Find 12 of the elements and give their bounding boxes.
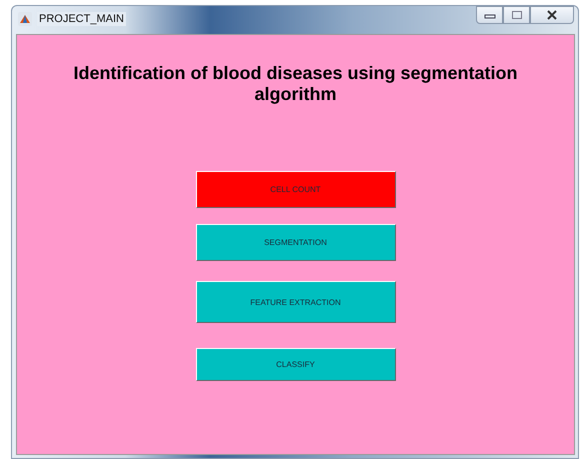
minimize-button[interactable]	[476, 6, 503, 24]
window-title: PROJECT_MAIN	[37, 12, 126, 26]
close-icon	[546, 10, 558, 20]
maximize-icon	[510, 10, 522, 20]
app-icon	[18, 12, 32, 26]
push-button[interactable]: SEGMENTATION	[196, 224, 396, 261]
close-button[interactable]	[530, 6, 574, 24]
maximize-button[interactable]	[503, 6, 530, 24]
push-button[interactable]: CELL COUNT	[196, 171, 396, 208]
push-button[interactable]: FEATURE EXTRACTION	[196, 281, 396, 323]
heading: Identification of blood diseases using segmentation algorithm	[72, 63, 519, 105]
push-button[interactable]: CLASSIFY	[196, 348, 396, 381]
